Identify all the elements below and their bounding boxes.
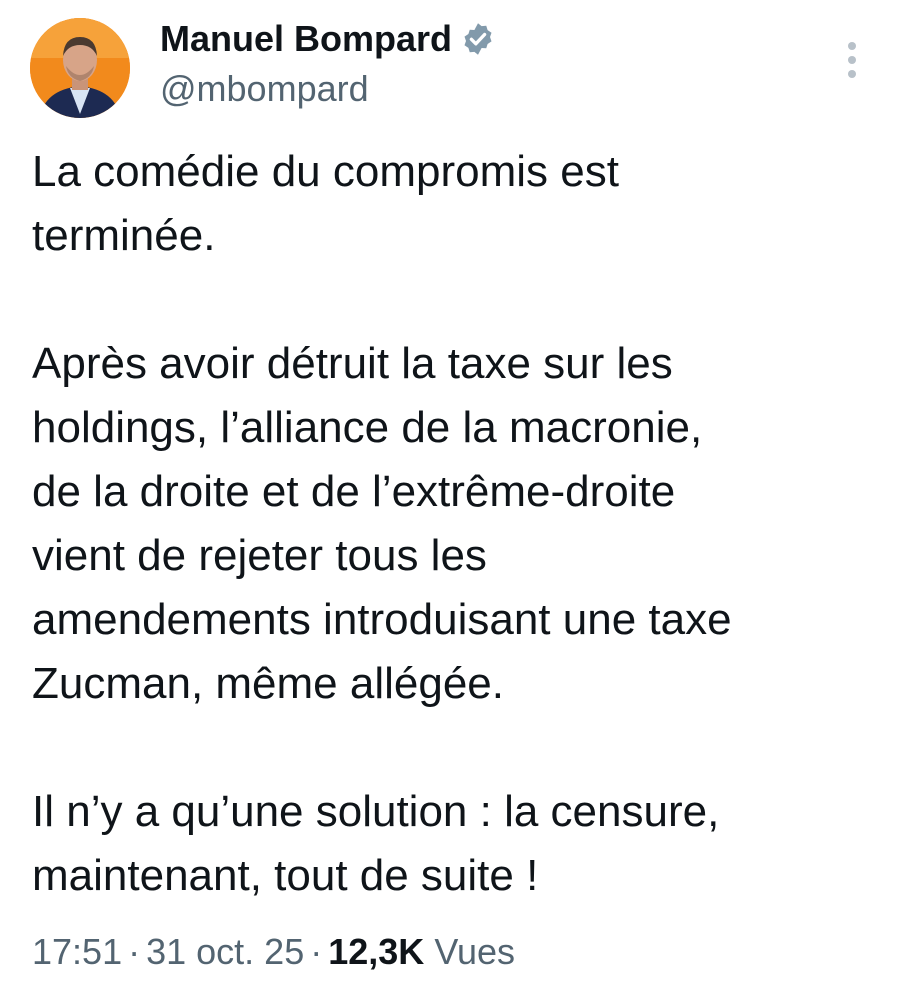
meta-separator: ·: [310, 931, 323, 972]
avatar[interactable]: [30, 18, 130, 118]
tweet-card: Manuel Bompard @mbompard La comédie du c…: [0, 0, 902, 1000]
author-name-text: Manuel Bompard: [160, 18, 453, 59]
meta-separator: ·: [128, 931, 141, 972]
tweet-time[interactable]: 17:51: [32, 931, 122, 972]
views-label: Vues: [434, 931, 516, 972]
views-count[interactable]: 12,3K: [328, 931, 424, 972]
avatar-photo: [30, 18, 130, 118]
tweet-text: La comédie du compromis est terminée. Ap…: [32, 140, 882, 908]
tweet-paragraph: Il n’y a qu’une solution : la censure, m…: [32, 787, 720, 900]
tweet-paragraph: Après avoir détruit la taxe sur les hold…: [32, 339, 732, 708]
tweet-paragraph: La comédie du compromis est terminée.: [32, 147, 619, 260]
verified-badge-icon: [460, 21, 496, 57]
author-name[interactable]: Manuel Bompard: [160, 16, 496, 62]
tweet-meta: 17:51 · 31 oct. 25 · 12,3K Vues: [32, 928, 515, 976]
author-handle[interactable]: @mbompard: [160, 66, 369, 112]
more-vertical-icon[interactable]: [838, 38, 866, 82]
tweet-date[interactable]: 31 oct. 25: [146, 931, 304, 972]
